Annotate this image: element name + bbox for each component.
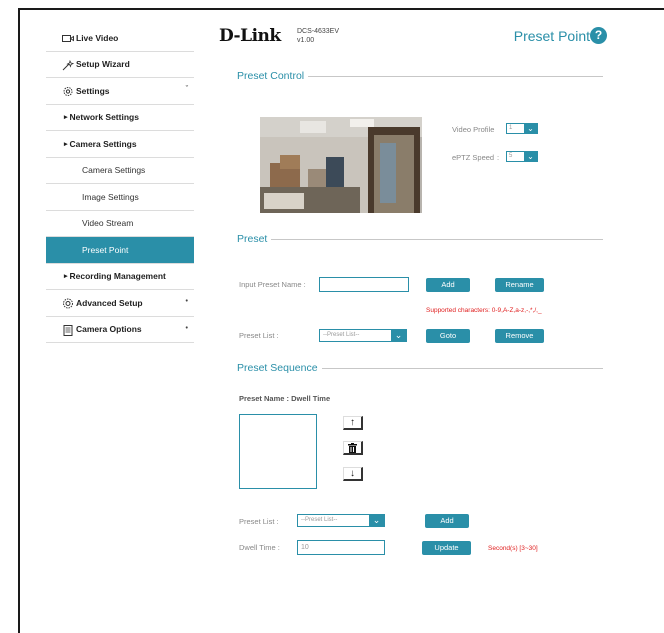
model-info: DCS-4633EV v1.00 bbox=[297, 27, 339, 45]
preset-name-input[interactable] bbox=[319, 277, 409, 292]
eptz-speed-label: ePTZ Speed bbox=[452, 153, 495, 162]
bullet-icon: ▸ bbox=[64, 273, 68, 281]
selected-value: 5 bbox=[509, 153, 513, 159]
preset-list-select[interactable]: --Preset List-- ⌄ bbox=[319, 329, 407, 342]
preset-control-section: Preset Control bbox=[237, 69, 603, 83]
rename-preset-button[interactable]: Rename bbox=[495, 278, 544, 292]
model-name: DCS-4633EV bbox=[297, 28, 340, 35]
separator-colon: : bbox=[497, 153, 500, 162]
chevron-down-icon: ⌄ bbox=[524, 152, 537, 161]
sidebar-item-label: Recording Management bbox=[69, 271, 166, 282]
divider bbox=[271, 238, 603, 240]
arrow-up-icon: ↑ bbox=[350, 417, 355, 428]
sequence-list[interactable] bbox=[239, 414, 317, 489]
camera-preview bbox=[260, 117, 422, 213]
supported-characters-note: Supported characters: 0-9,A-Z,a-z,-,*,/,… bbox=[426, 307, 542, 314]
trash-icon bbox=[348, 443, 357, 453]
sidebar-item-preset-point[interactable]: Preset Point bbox=[46, 237, 194, 264]
chevron-down-icon: ˇ bbox=[185, 86, 188, 93]
sidebar-item-label: Advanced Setup bbox=[76, 297, 143, 308]
sequence-preset-list-label: Preset List : bbox=[239, 517, 279, 526]
preset-section: Preset bbox=[237, 232, 603, 246]
document-icon bbox=[63, 324, 73, 336]
remove-preset-button[interactable]: Remove bbox=[495, 329, 544, 343]
sidebar-item-label: Image Settings bbox=[82, 191, 139, 202]
sidebar-item-label: Live Video bbox=[76, 32, 119, 43]
goto-preset-button[interactable]: Goto bbox=[426, 329, 470, 343]
sidebar-item-recording-management[interactable]: ▸ Recording Management bbox=[46, 264, 194, 290]
chevron-down-icon: ⌄ bbox=[391, 330, 406, 341]
section-title: Preset Control bbox=[237, 70, 305, 82]
sequence-column-heading: Preset Name : Dwell Time bbox=[239, 394, 331, 403]
sidebar-item-label: Video Stream bbox=[82, 218, 134, 229]
expand-dot-icon: • bbox=[185, 298, 188, 305]
sidebar-item-setup-wizard[interactable]: Setup Wizard bbox=[46, 52, 194, 78]
selected-value: --Preset List-- bbox=[301, 517, 338, 523]
sidebar-item-video-stream[interactable]: Video Stream bbox=[46, 211, 194, 237]
sidebar-item-label: Camera Options bbox=[76, 324, 142, 335]
add-sequence-button[interactable]: Add bbox=[425, 514, 469, 528]
sidebar-item-camera-options[interactable]: Camera Options • bbox=[46, 317, 194, 343]
help-icon[interactable]: ? bbox=[590, 27, 607, 44]
sidebar-item-camera-settings-sub[interactable]: Camera Settings bbox=[46, 158, 194, 184]
sidebar-item-label: Preset Point bbox=[82, 244, 129, 255]
move-up-button[interactable]: ↑ bbox=[343, 416, 363, 430]
sidebar-item-network-settings[interactable]: ▸ Network Settings bbox=[46, 105, 194, 131]
delete-sequence-button[interactable] bbox=[343, 441, 363, 455]
dlink-logo: D-Link bbox=[219, 26, 281, 46]
sequence-preset-list-select[interactable]: --Preset List-- ⌄ bbox=[297, 514, 385, 527]
preset-sequence-section: Preset Sequence bbox=[237, 361, 603, 375]
chevron-down-icon: ⌄ bbox=[524, 124, 537, 133]
bullet-icon: ▸ bbox=[64, 140, 68, 148]
expand-dot-icon: • bbox=[185, 324, 188, 332]
video-icon bbox=[62, 35, 74, 42]
selected-value: --Preset List-- bbox=[323, 332, 360, 338]
dwell-time-input[interactable]: 10 bbox=[297, 540, 385, 555]
sidebar-item-label: Settings bbox=[76, 85, 110, 96]
update-sequence-button[interactable]: Update bbox=[422, 541, 471, 555]
arrow-down-icon: ↓ bbox=[350, 468, 355, 479]
page-title: Preset Point bbox=[513, 28, 590, 44]
firmware-version: v1.00 bbox=[297, 37, 315, 44]
sidebar-item-camera-settings[interactable]: ▸ Camera Settings bbox=[46, 131, 194, 158]
section-title: Preset Sequence bbox=[237, 362, 318, 374]
preset-list-label: Preset List : bbox=[239, 331, 279, 340]
add-preset-button[interactable]: Add bbox=[426, 278, 470, 292]
gear-icon bbox=[63, 87, 73, 96]
sidebar-item-settings[interactable]: Settings ˇ bbox=[46, 78, 194, 105]
sidebar: Live Video Setup Wizard Settings ˇ ▸ Net… bbox=[46, 25, 194, 343]
wizard-icon bbox=[62, 59, 74, 70]
divider bbox=[321, 367, 603, 369]
video-profile-select[interactable]: 1 ⌄ bbox=[506, 123, 538, 134]
video-profile-label: Video Profile bbox=[452, 125, 495, 134]
advanced-gear-icon bbox=[63, 298, 73, 309]
selected-value: 1 bbox=[509, 125, 513, 131]
bullet-icon: ▸ bbox=[64, 114, 68, 122]
dwell-time-label: Dwell Time : bbox=[239, 543, 280, 552]
section-title: Preset bbox=[237, 233, 268, 245]
chevron-down-icon: ⌄ bbox=[369, 515, 384, 526]
sidebar-item-advanced-setup[interactable]: Advanced Setup • bbox=[46, 290, 194, 317]
sidebar-item-label: Network Settings bbox=[69, 112, 139, 123]
move-down-button[interactable]: ↓ bbox=[343, 467, 363, 481]
sidebar-item-label: Camera Settings bbox=[82, 165, 146, 176]
sidebar-item-label: Camera Settings bbox=[69, 138, 137, 149]
dwell-time-range-hint: Second(s) [3~30] bbox=[488, 545, 538, 552]
sidebar-item-label: Setup Wizard bbox=[76, 59, 130, 70]
sidebar-item-live-video[interactable]: Live Video bbox=[46, 25, 194, 52]
input-preset-name-label: Input Preset Name : bbox=[239, 280, 306, 289]
eptz-speed-select[interactable]: 5 ⌄ bbox=[506, 151, 538, 162]
divider bbox=[308, 75, 603, 77]
sidebar-item-image-settings[interactable]: Image Settings bbox=[46, 184, 194, 211]
